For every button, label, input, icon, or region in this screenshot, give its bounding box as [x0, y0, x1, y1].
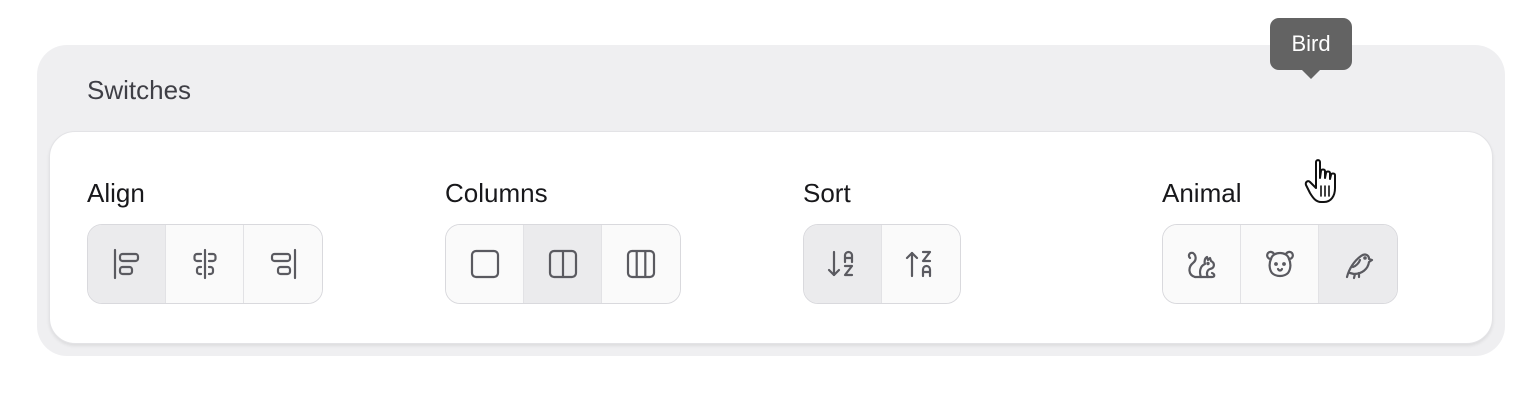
sort-ascending-az-icon — [827, 250, 853, 277]
sort-ascending-button[interactable] — [804, 225, 882, 303]
sort-label: Sort — [803, 178, 851, 208]
align-center-icon — [192, 248, 217, 280]
animal-label: Animal — [1162, 178, 1242, 208]
align-center-button[interactable] — [166, 225, 244, 303]
switches-card: Switches Align Columns Sort Animal — [37, 45, 1505, 356]
two-columns-button[interactable] — [524, 225, 602, 303]
one-column-button[interactable] — [446, 225, 524, 303]
three-columns-button[interactable] — [602, 225, 680, 303]
align-left-button[interactable] — [88, 225, 166, 303]
dog-button[interactable] — [1241, 225, 1319, 303]
three-columns-icon — [626, 249, 656, 279]
align-right-button[interactable] — [244, 225, 322, 303]
columns-label: Columns — [445, 178, 548, 208]
align-right-icon — [270, 248, 297, 280]
switches-panel: Align Columns Sort Animal — [49, 131, 1493, 344]
sort-descending-za-icon — [905, 250, 932, 278]
align-label: Align — [87, 178, 145, 208]
squirrel-button[interactable] — [1163, 225, 1241, 303]
squirrel-icon — [1187, 251, 1215, 279]
animal-switch — [1162, 224, 1398, 304]
section-title: Switches — [87, 75, 192, 105]
align-switch — [87, 224, 323, 304]
hand-pointer-cursor-icon — [1304, 159, 1336, 203]
sort-switch — [803, 224, 961, 304]
align-left-icon — [113, 248, 139, 280]
two-columns-icon — [548, 249, 577, 279]
dog-icon — [1265, 250, 1294, 278]
bird-button[interactable] — [1319, 225, 1397, 303]
one-column-icon — [470, 249, 499, 279]
columns-switch — [445, 224, 681, 304]
sort-descending-button[interactable] — [882, 225, 960, 303]
bird-icon — [1345, 253, 1374, 280]
bird-tooltip: Bird — [1270, 18, 1352, 79]
